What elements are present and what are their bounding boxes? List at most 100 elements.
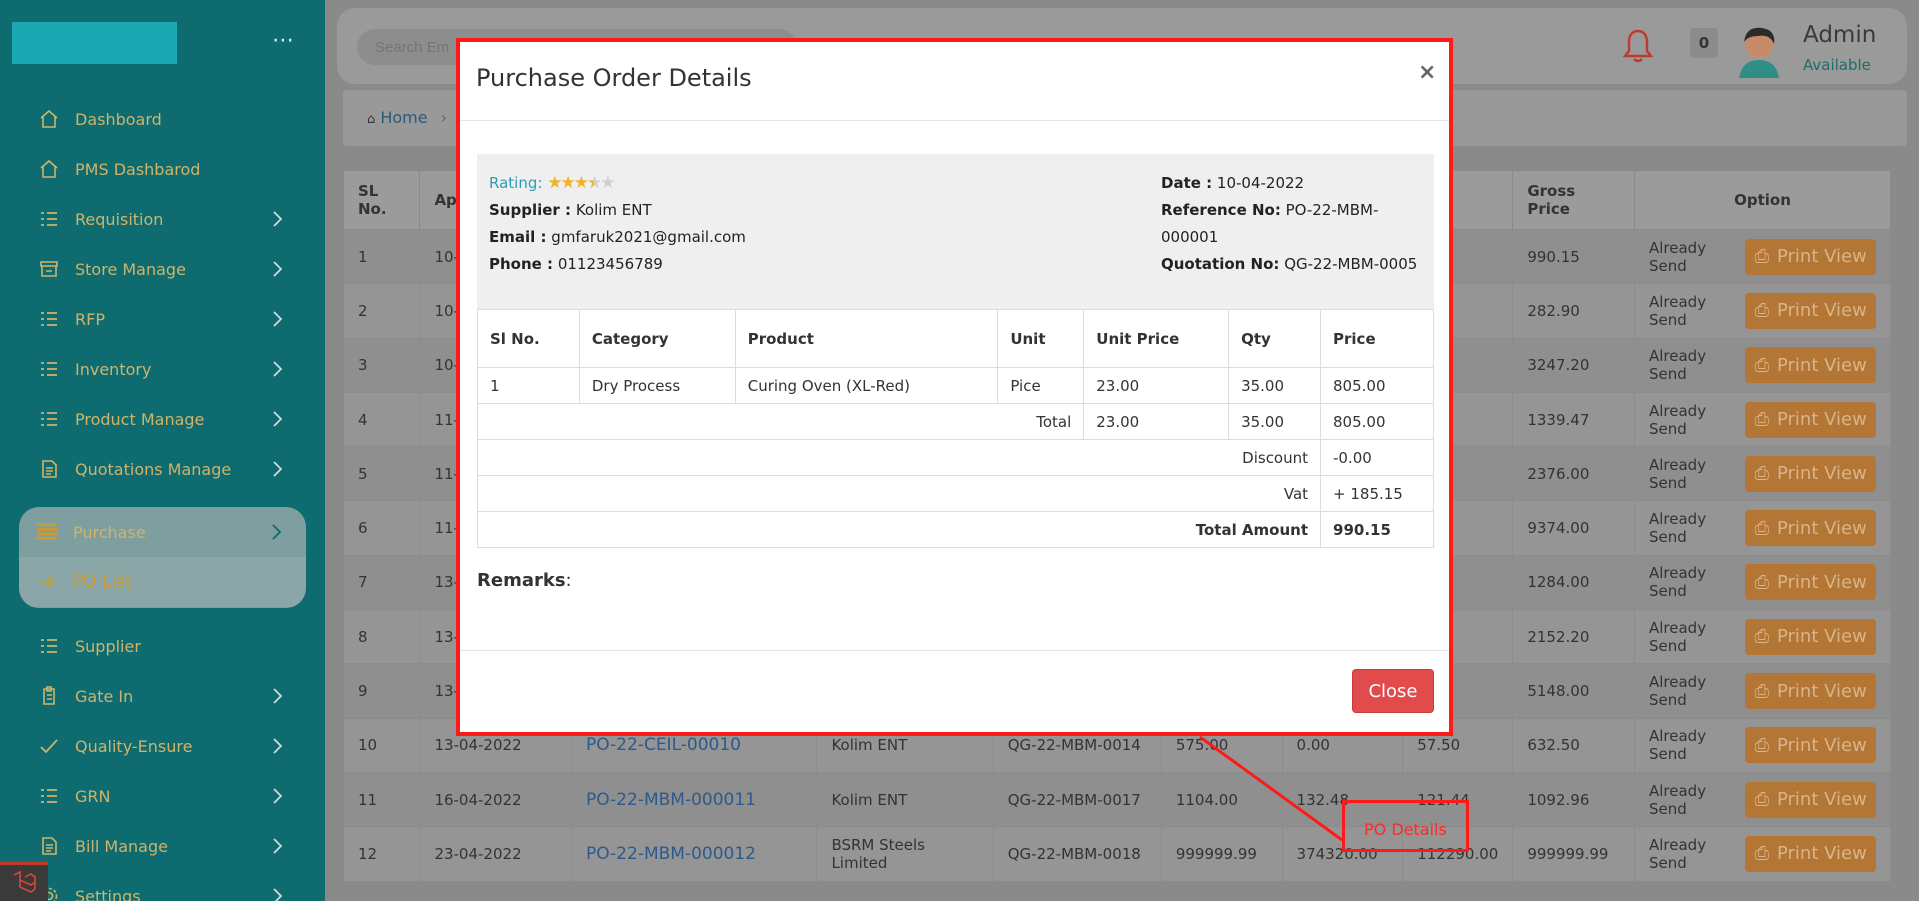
sidebar-item-grn[interactable]: GRN bbox=[0, 771, 325, 821]
quotation-label: Quotation No: bbox=[1161, 255, 1280, 273]
sidebar-item-bill-manage[interactable]: Bill Manage bbox=[0, 821, 325, 871]
print-view-button[interactable]: ⎙ Print View bbox=[1745, 401, 1876, 438]
cell-option: Already Send ⎙ Print View bbox=[1634, 228, 1891, 285]
status-text: Already Send bbox=[1649, 781, 1707, 818]
avatar[interactable] bbox=[1734, 22, 1784, 78]
print-view-button[interactable]: ⎙ Print View bbox=[1745, 238, 1876, 275]
app-logo[interactable] bbox=[12, 22, 177, 64]
printer-icon: ⎙ bbox=[1754, 463, 1769, 485]
star-full-icon: ★ bbox=[573, 173, 589, 193]
print-view-label: Print View bbox=[1776, 300, 1867, 322]
option-group: Already Send ⎙ Print View bbox=[1649, 781, 1876, 818]
date-label: Date : bbox=[1161, 174, 1213, 192]
column-header: Sl No. bbox=[477, 309, 580, 368]
supplier-row: Supplier : Kolim ENT bbox=[489, 197, 746, 224]
sidebar-item-purchase[interactable]: Purchase bbox=[19, 507, 306, 557]
cell-gross-price: 1339.47 bbox=[1512, 391, 1635, 448]
status-text: Already Send bbox=[1649, 401, 1707, 438]
chevron-right-icon bbox=[268, 837, 286, 855]
cell-sl: 8 bbox=[342, 609, 421, 665]
cell-date: 16-04-2022 bbox=[419, 771, 572, 828]
option-group: Already Send ⎙ Print View bbox=[1649, 455, 1876, 492]
supplier-value: Kolim ENT bbox=[575, 201, 652, 219]
notification-count: 0 bbox=[1690, 28, 1718, 58]
chevron-right-icon bbox=[268, 260, 286, 278]
sidebar-item-label: Purchase bbox=[73, 522, 146, 542]
sidebar-item-requisition[interactable]: Requisition bbox=[0, 194, 325, 244]
status-text: Already Send bbox=[1649, 455, 1707, 492]
modal-title: Purchase Order Details bbox=[476, 64, 752, 92]
sidebar-item-inventory[interactable]: Inventory bbox=[0, 344, 325, 394]
total-row: Total 23.00 35.00 805.00 bbox=[476, 403, 1434, 440]
printer-icon: ⎙ bbox=[1754, 680, 1769, 702]
chevron-right-icon bbox=[268, 410, 286, 428]
cell-option: Already Send ⎙ Print View bbox=[1634, 609, 1891, 665]
sidebar-item-label: Quotations Manage bbox=[75, 459, 232, 479]
chevron-right-icon bbox=[268, 687, 286, 705]
column-header: Product bbox=[734, 309, 999, 368]
option-group: Already Send ⎙ Print View bbox=[1649, 347, 1876, 384]
bell-icon[interactable] bbox=[1622, 28, 1654, 68]
cell-sl: 2 bbox=[342, 283, 421, 339]
sidebar-item-po-list[interactable]: PO List bbox=[19, 557, 306, 607]
close-icon[interactable]: × bbox=[1418, 60, 1436, 85]
rating-row: Rating: ★★★★★ bbox=[489, 170, 746, 197]
chevron-right-icon bbox=[268, 360, 286, 378]
check-icon bbox=[38, 735, 60, 757]
ellipsis-icon[interactable]: ⋯ bbox=[272, 30, 295, 52]
print-view-button[interactable]: ⎙ Print View bbox=[1745, 292, 1876, 329]
close-button[interactable]: Close bbox=[1352, 669, 1434, 713]
sidebar-item-label: Requisition bbox=[75, 209, 164, 229]
annotation-label: PO Details bbox=[1364, 820, 1447, 839]
print-view-button[interactable]: ⎙ Print View bbox=[1745, 781, 1876, 818]
list-icon bbox=[38, 785, 60, 807]
print-view-button[interactable]: ⎙ Print View bbox=[1745, 727, 1876, 764]
cell-unit-price: 23.00 bbox=[1083, 367, 1230, 404]
user-name[interactable]: Admin bbox=[1803, 22, 1876, 48]
print-view-label: Print View bbox=[1776, 843, 1867, 865]
chevron-right-icon bbox=[268, 887, 286, 901]
cell-option: Already Send ⎙ Print View bbox=[1634, 500, 1891, 556]
cell-supplier: Kolim ENT bbox=[816, 771, 994, 828]
sidebar-item-settings[interactable]: Settings bbox=[0, 871, 325, 901]
breadcrumb-home-link[interactable]: Home bbox=[380, 108, 427, 127]
column-header: Unit Price bbox=[1083, 309, 1230, 368]
sidebar-item-store-manage[interactable]: Store Manage bbox=[0, 244, 325, 294]
total-amount-row: Total Amount 990.15 bbox=[476, 511, 1434, 548]
print-view-button[interactable]: ⎙ Print View bbox=[1745, 835, 1876, 872]
reference-label: Reference No: bbox=[1161, 201, 1281, 219]
sidebar-item-product-manage[interactable]: Product Manage bbox=[0, 394, 325, 444]
user-status: Available bbox=[1803, 56, 1871, 74]
print-view-label: Print View bbox=[1776, 571, 1867, 593]
sidebar-item-label: Store Manage bbox=[75, 259, 186, 279]
total-amount-value: 990.15 bbox=[1320, 511, 1434, 548]
sidebar-item-pms-dashboard[interactable]: PMS Dashbarod bbox=[0, 144, 325, 194]
column-header: Qty bbox=[1228, 309, 1322, 368]
cell-po-number[interactable]: PO-22-MBM-000011 bbox=[570, 771, 818, 828]
document-icon bbox=[38, 458, 60, 480]
cell-po-number[interactable]: PO-22-MBM-000012 bbox=[570, 826, 818, 882]
cell-sl: 10 bbox=[342, 717, 421, 773]
print-view-button[interactable]: ⎙ Print View bbox=[1745, 618, 1876, 655]
print-view-button[interactable]: ⎙ Print View bbox=[1745, 673, 1876, 710]
sidebar-item-dashboard[interactable]: Dashboard bbox=[0, 94, 325, 144]
print-view-button[interactable]: ⎙ Print View bbox=[1745, 510, 1876, 547]
sidebar-item-quality-ensure[interactable]: Quality-Ensure bbox=[0, 721, 325, 771]
printer-icon: ⎙ bbox=[1754, 843, 1769, 865]
print-view-button[interactable]: ⎙ Print View bbox=[1745, 455, 1876, 492]
print-view-button[interactable]: ⎙ Print View bbox=[1745, 347, 1876, 384]
sidebar-item-rfp[interactable]: RFP bbox=[0, 294, 325, 344]
sidebar-item-label: Settings bbox=[75, 886, 141, 901]
print-view-button[interactable]: ⎙ Print View bbox=[1745, 564, 1876, 601]
sidebar-item-quotations-manage[interactable]: Quotations Manage bbox=[0, 444, 325, 494]
sidebar-item-supplier[interactable]: Supplier bbox=[0, 621, 325, 671]
cell-product: Curing Oven (XL-Red) bbox=[734, 367, 999, 404]
print-view-label: Print View bbox=[1776, 246, 1867, 268]
supplier-label: Supplier : bbox=[489, 201, 572, 219]
cell-sl: 6 bbox=[342, 500, 421, 556]
column-header: Option bbox=[1634, 170, 1891, 230]
order-meta: Date : 10-04-2022 Reference No: PO-22-MB… bbox=[1161, 170, 1434, 278]
sidebar-item-gate-in[interactable]: Gate In bbox=[0, 671, 325, 721]
laravel-logo-icon bbox=[0, 862, 48, 901]
cell-gross-price: 999999.99 bbox=[1512, 826, 1635, 882]
